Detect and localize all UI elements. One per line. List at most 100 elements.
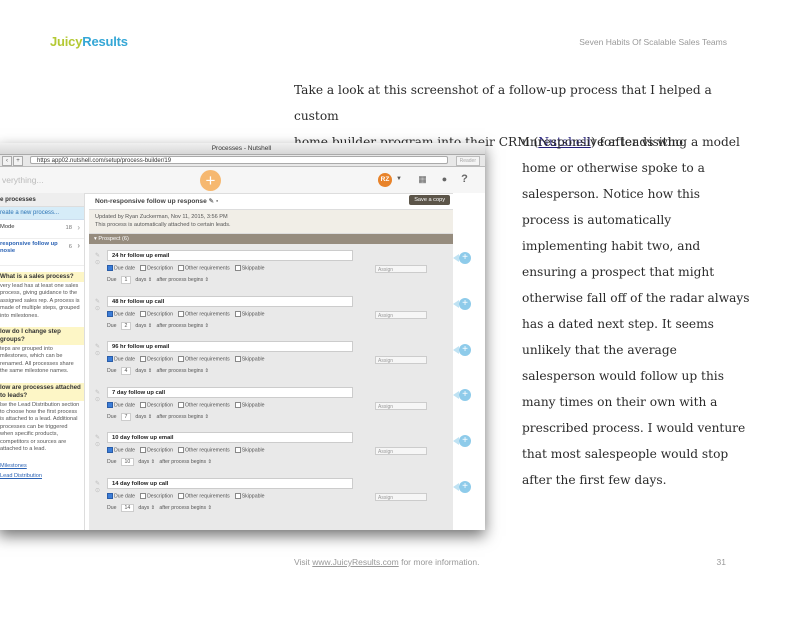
assign-select[interactable]: Assign <box>375 310 427 319</box>
body-line: home or otherwise spoke to a <box>522 161 705 175</box>
updated-info: Updated by Ryan Zuckerman, Nov 11, 2015,… <box>89 210 453 234</box>
user-icon[interactable]: ● <box>439 174 450 185</box>
reader-button[interactable]: Reader <box>455 156 480 166</box>
drag-handle-icon[interactable]: ✎ ⊙ <box>95 434 100 448</box>
chevron-down-icon[interactable]: ▼ <box>396 176 402 182</box>
checkbox-3[interactable]: Skippable <box>234 401 265 408</box>
add-tab-icon[interactable]: + <box>13 156 23 166</box>
drag-handle-icon[interactable]: ✎ ⊙ <box>95 252 100 266</box>
assign-select[interactable]: Assign <box>375 265 427 273</box>
checkbox-1[interactable]: Description <box>140 401 173 408</box>
checkbox-3[interactable]: Skippable <box>234 492 265 499</box>
add-step-icon[interactable]: + <box>459 298 471 310</box>
checkbox-2[interactable]: Other requirements <box>178 401 230 408</box>
checkbox-1[interactable]: Description <box>140 356 173 362</box>
checkbox-0[interactable]: Due date <box>107 356 135 362</box>
juicyresults-link[interactable]: www.JuicyResults.com <box>312 557 398 567</box>
stage-header[interactable]: ▾ Prospect (6) <box>89 234 453 244</box>
sidebar-heading: e processes <box>0 193 84 207</box>
days-input[interactable]: 4 <box>120 367 132 375</box>
app-toolbar: verything... + RZ ▼ ▦ ● ? <box>0 167 485 194</box>
process-step[interactable]: ✎ ⊙ 48 hr follow up call Due date Descriptio… <box>95 295 449 338</box>
sidebar-item-mode[interactable]: Mode 18 › <box>0 220 84 239</box>
lead-distribution-link[interactable]: Lead Distribution <box>0 471 84 481</box>
checkbox-2[interactable]: Other requirements <box>178 447 230 453</box>
body-line: implementing habit two, and <box>522 239 701 253</box>
checkbox-2[interactable]: Other requirements <box>178 265 230 271</box>
create-process-link[interactable]: reate a new process... <box>0 207 84 220</box>
process-step[interactable]: ✎ ⊙ 96 hr follow up email Due date Descripti… <box>95 341 449 383</box>
step-options: Due date Description Other requirements Ski… <box>107 310 270 317</box>
checkbox-3[interactable]: Skippable <box>234 447 265 453</box>
faq-answer: very lead has at least one sales process… <box>0 283 80 319</box>
checkbox-0[interactable]: Due date <box>107 447 135 453</box>
step-name-input[interactable]: 96 hr follow up email <box>107 341 353 352</box>
book-title: Seven Habits Of Scalable Sales Teams <box>579 37 727 47</box>
add-step-icon[interactable]: + <box>459 344 471 356</box>
checkbox-0[interactable]: Due date <box>107 310 135 317</box>
process-step[interactable]: ✎ ⊙ 10 day follow up email Due date Descript… <box>95 432 449 474</box>
address-bar-row: ‹ + https app02.nutshell.com/setup/proce… <box>0 155 485 167</box>
step-name-input[interactable]: 10 day follow up email <box>107 432 353 443</box>
add-step-icon[interactable]: + <box>459 252 471 264</box>
sidebar: e processes reate a new process... Mode 1… <box>0 193 85 530</box>
body-line: otherwise fall off of the radar always <box>522 291 750 305</box>
save-copy-button[interactable]: Save a copy <box>409 195 450 205</box>
checkbox-1[interactable]: Description <box>140 310 173 317</box>
assign-select[interactable]: Assign <box>375 356 427 364</box>
days-input[interactable]: 10 <box>120 458 135 466</box>
step-name-input[interactable]: 14 day follow up call <box>107 477 353 489</box>
assign-select[interactable]: Assign <box>375 401 427 410</box>
checkbox-3[interactable]: Skippable <box>234 265 265 271</box>
step-name-input[interactable]: 48 hr follow up call <box>107 295 353 307</box>
process-title[interactable]: Non-responsive follow up response ✎ ▪ <box>95 197 218 205</box>
step-options: Due date Description Other requirements Ski… <box>107 265 270 271</box>
crm-screenshot: Processes - Nutshell ‹ + https app02.nut… <box>0 143 485 530</box>
help-icon[interactable]: ? <box>459 174 470 185</box>
avatar[interactable]: RZ <box>378 173 392 187</box>
checkbox-0[interactable]: Due date <box>107 492 135 499</box>
drag-handle-icon[interactable]: ✎ ⊙ <box>95 343 100 357</box>
checkbox-2[interactable]: Other requirements <box>178 356 230 362</box>
add-plus-icon[interactable]: + <box>200 170 221 191</box>
process-step[interactable]: ✎ ⊙ 7 day follow up call Due date Descriptio… <box>95 386 449 429</box>
calendar-icon[interactable]: ▦ <box>417 174 428 185</box>
days-input[interactable]: 1 <box>120 276 132 284</box>
drag-handle-icon[interactable]: ✎ ⊙ <box>95 298 100 312</box>
checkbox-2[interactable]: Other requirements <box>178 492 230 499</box>
checkbox-3[interactable]: Skippable <box>234 310 265 317</box>
days-input[interactable]: 7 <box>120 412 132 421</box>
url-field[interactable]: https app02.nutshell.com/setup/process-b… <box>30 156 448 164</box>
body-line: unlikely that the average <box>522 343 677 357</box>
add-step-icon[interactable]: + <box>459 435 471 447</box>
assign-select[interactable]: Assign <box>375 492 427 501</box>
add-step-icon[interactable]: + <box>459 481 471 493</box>
assign-select[interactable]: Assign <box>375 447 427 455</box>
drag-handle-icon[interactable]: ✎ ⊙ <box>95 389 100 403</box>
checkbox-2[interactable]: Other requirements <box>178 310 230 317</box>
process-step[interactable]: ✎ ⊙ 24 hr follow up email Due date Descripti… <box>95 250 449 292</box>
edit-pencil-icon[interactable]: ✎ <box>209 198 215 205</box>
checkbox-3[interactable]: Skippable <box>234 356 265 362</box>
checkbox-1[interactable]: Description <box>140 447 173 453</box>
add-step-icon[interactable]: + <box>459 389 471 401</box>
checkbox-0[interactable]: Due date <box>107 401 135 408</box>
days-input[interactable]: 14 <box>120 503 135 512</box>
search-input[interactable]: verything... <box>2 175 44 185</box>
milestones-link[interactable]: Milestones <box>0 461 84 471</box>
sidebar-item-nonresponsive[interactable]: responsive follow up nosie 6 › <box>0 239 84 266</box>
step-name-input[interactable]: 24 hr follow up email <box>107 250 353 261</box>
body-line: that most salespeople would stop <box>522 447 729 461</box>
body-line: unresponsive after visiting a model <box>522 135 740 149</box>
faq-question: What is a sales process? <box>0 272 84 282</box>
step-options: Due date Description Other requirements Ski… <box>107 401 270 408</box>
step-name-input[interactable]: 7 day follow up call <box>107 386 353 398</box>
checkbox-1[interactable]: Description <box>140 265 173 271</box>
trash-icon[interactable]: ▪ <box>216 198 218 205</box>
checkbox-0[interactable]: Due date <box>107 265 135 271</box>
drag-handle-icon[interactable]: ✎ ⊙ <box>95 480 100 494</box>
checkbox-1[interactable]: Description <box>140 492 173 499</box>
process-step[interactable]: ✎ ⊙ 14 day follow up call Due date Descripti… <box>95 477 449 520</box>
back-icon[interactable]: ‹ <box>2 156 12 166</box>
days-input[interactable]: 2 <box>120 321 132 330</box>
